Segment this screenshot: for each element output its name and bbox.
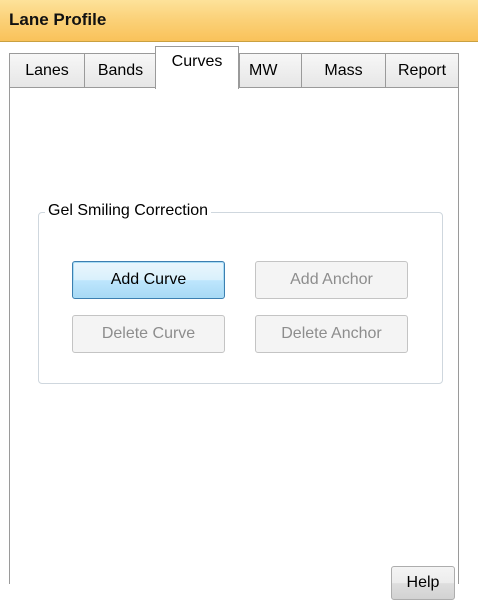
- tab-curves[interactable]: Curves: [155, 46, 239, 89]
- gel-smiling-correction-group: Gel Smiling Correction Add Curve Add Anc…: [38, 202, 443, 384]
- gel-smiling-correction-legend: Gel Smiling Correction: [45, 202, 212, 220]
- help-button[interactable]: Help: [391, 566, 455, 600]
- tab-bands[interactable]: Bands: [84, 53, 157, 87]
- add-curve-button[interactable]: Add Curve: [72, 261, 225, 299]
- delete-anchor-button[interactable]: Delete Anchor: [255, 315, 408, 353]
- panel-titlebar: Lane Profile: [0, 0, 478, 42]
- delete-curve-button[interactable]: Delete Curve: [72, 315, 225, 353]
- tab-lanes[interactable]: Lanes: [9, 53, 85, 87]
- lane-profile-panel: Lane Profile Lanes Bands Curves MW Mass …: [0, 0, 478, 600]
- add-anchor-button[interactable]: Add Anchor: [255, 261, 408, 299]
- curves-tab-content: Gel Smiling Correction Add Curve Add Anc…: [9, 87, 459, 600]
- panel-title: Lane Profile: [9, 10, 107, 29]
- tab-report[interactable]: Report: [385, 53, 459, 87]
- tab-mass[interactable]: Mass: [301, 53, 386, 87]
- tab-mw[interactable]: MW: [239, 53, 302, 87]
- tab-strip: Lanes Bands Curves MW Mass Report: [0, 42, 478, 89]
